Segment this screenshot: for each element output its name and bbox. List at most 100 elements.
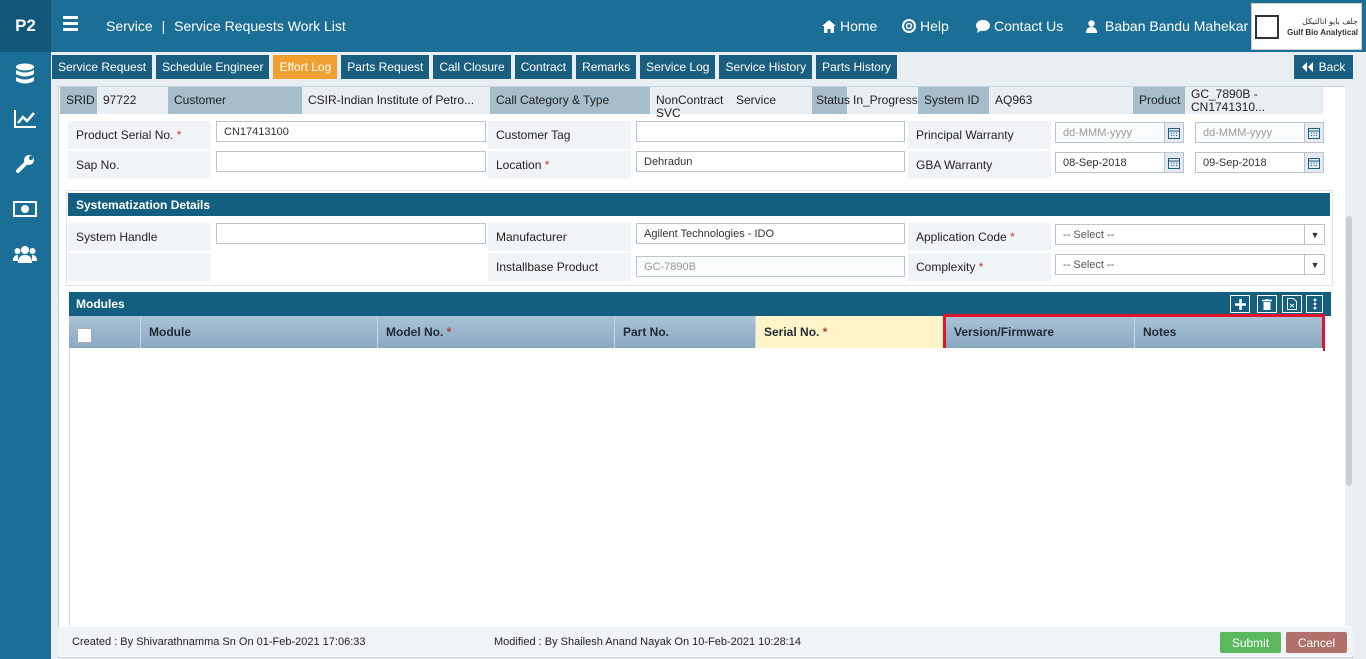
highlight-box: [943, 314, 1325, 351]
col-part-no[interactable]: Part No.: [615, 316, 756, 348]
logo-mark-icon: [1255, 14, 1279, 39]
manufacturer-input[interactable]: Agilent Technologies - IDO: [636, 223, 905, 244]
sidebar: [0, 52, 51, 659]
installbase-label: Installbase Product: [488, 253, 631, 281]
tab-parts-history[interactable]: Parts History: [816, 55, 897, 79]
calendar-icon[interactable]: [1304, 152, 1324, 173]
tab-contract[interactable]: Contract: [514, 55, 573, 79]
complexity-select[interactable]: -- Select -- ▼: [1055, 254, 1325, 275]
dropdown-arrow-icon[interactable]: ▼: [1304, 254, 1325, 275]
add-icon[interactable]: [1230, 295, 1250, 313]
chat-icon: [976, 19, 990, 33]
status-value: In_Progress: [853, 93, 918, 107]
customer-value: CSIR-Indian Institute of Petro...: [308, 93, 475, 107]
col-model-no[interactable]: Model No. *: [378, 316, 615, 348]
product-serial-input[interactable]: CN17413100: [216, 121, 486, 142]
tab-schedule-engineer[interactable]: Schedule Engineer: [156, 55, 270, 79]
srid-label: SRID: [60, 87, 97, 114]
select-all-checkbox[interactable]: [77, 328, 92, 343]
product-value: GC_7890B - CN1741310...: [1191, 86, 1266, 114]
back-button[interactable]: Back: [1294, 55, 1353, 79]
location-input[interactable]: Dehradun: [636, 151, 905, 172]
calendar-icon[interactable]: [1164, 122, 1184, 143]
gba-warranty-label: GBA Warranty: [908, 151, 1051, 179]
tab-service-log[interactable]: Service Log: [640, 55, 716, 79]
database-icon[interactable]: [13, 63, 37, 85]
submit-button[interactable]: Submit: [1220, 632, 1281, 653]
principal-warranty-label: Principal Warranty: [908, 121, 1051, 149]
logo-name: Gulf Bio Analytical: [1287, 27, 1358, 37]
col-module[interactable]: Module: [141, 316, 378, 348]
col-serial-no[interactable]: Serial No. *: [756, 316, 946, 348]
category-label: Call Category & Type: [490, 87, 650, 114]
tab-effort-log[interactable]: Effort Log: [273, 55, 338, 79]
user-menu[interactable]: Baban Bandu Mahekar: [1086, 18, 1248, 34]
tab-remarks[interactable]: Remarks: [576, 55, 637, 79]
systematization-header: Systematization Details: [68, 193, 1330, 216]
money-icon[interactable]: [13, 198, 37, 220]
nav-home-label: Home: [840, 18, 878, 34]
logo-arabic: جلف بايو انالتيكل: [1302, 16, 1358, 26]
top-bar: P2 Service | Service Requests Work List …: [0, 0, 1366, 52]
nav-home[interactable]: Home: [822, 18, 877, 34]
calendar-icon[interactable]: [1304, 122, 1324, 143]
customer-tag-label: Customer Tag: [488, 121, 631, 149]
chart-line-icon[interactable]: [13, 108, 37, 130]
sap-input[interactable]: [216, 151, 486, 172]
modules-header: Modules: [69, 292, 1331, 316]
product-label: Product: [1133, 87, 1185, 114]
modules-grid-body: [69, 348, 1323, 626]
application-code-select[interactable]: -- Select -- ▼: [1055, 224, 1325, 245]
gba-warranty-to[interactable]: 09-Sep-2018: [1195, 152, 1324, 173]
sap-label: Sap No.: [68, 151, 211, 179]
trash-icon[interactable]: [1257, 295, 1277, 313]
users-icon[interactable]: [13, 243, 37, 265]
installbase-input: GC-7890B: [636, 256, 905, 277]
category-value: NonContract SVC: [656, 93, 724, 120]
principal-warranty-to[interactable]: dd-MMM-yyyy: [1195, 122, 1324, 143]
system-id-value: AQ963: [995, 93, 1033, 107]
customer-label: Customer: [168, 87, 302, 114]
more-icon[interactable]: [1306, 295, 1323, 313]
created-info: Created : By Shivarathnamma Sn On 01-Feb…: [72, 636, 366, 648]
vertical-scrollbar[interactable]: [1345, 86, 1353, 626]
cancel-button[interactable]: Cancel: [1286, 632, 1347, 653]
type-value: Service: [736, 93, 777, 107]
double-chevron-left-icon: [1301, 62, 1313, 72]
user-name: Baban Bandu Mahekar: [1105, 18, 1249, 34]
wrench-icon[interactable]: [13, 153, 37, 175]
gba-warranty-from[interactable]: 08-Sep-2018: [1055, 152, 1184, 173]
breadcrumb: Service | Service Requests Work List: [106, 18, 346, 34]
export-icon[interactable]: [1282, 295, 1302, 313]
nav-contact-label: Contact Us: [994, 18, 1064, 34]
status-label: Status: [812, 87, 850, 114]
tab-service-history[interactable]: Service History: [719, 55, 813, 79]
nav-contact[interactable]: Contact Us: [976, 18, 1063, 34]
principal-warranty-from[interactable]: dd-MMM-yyyy: [1055, 122, 1184, 143]
calendar-icon[interactable]: [1164, 152, 1184, 173]
tab-call-closure[interactable]: Call Closure: [433, 55, 511, 79]
breadcrumb-page: Service Requests Work List: [174, 18, 346, 34]
manufacturer-label: Manufacturer: [488, 223, 631, 251]
user-icon: [1086, 19, 1097, 33]
app-root: P2 Service | Service Requests Work List …: [0, 0, 1366, 659]
srid-value: 97722: [103, 93, 137, 107]
tab-service-request[interactable]: Service Request: [52, 55, 153, 79]
back-label: Back: [1318, 60, 1346, 74]
menu-icon[interactable]: [63, 16, 78, 36]
empty-label: [68, 253, 211, 281]
complexity-label: Complexity *: [908, 253, 1051, 281]
system-handle-label: System Handle: [68, 223, 211, 251]
tab-parts-request[interactable]: Parts Request: [341, 55, 430, 79]
breadcrumb-module[interactable]: Service: [106, 18, 153, 34]
customer-tag-input[interactable]: [636, 121, 905, 142]
tab-bar: Service Request Schedule Engineer Effort…: [52, 55, 897, 79]
location-label: Location *: [488, 151, 631, 179]
dropdown-arrow-icon[interactable]: ▼: [1304, 224, 1325, 245]
help-icon: [902, 19, 916, 33]
product-serial-label: Product Serial No. *: [68, 121, 211, 149]
app-logo[interactable]: P2: [0, 0, 51, 52]
system-handle-input[interactable]: [216, 223, 486, 244]
modified-info: Modified : By Shailesh Anand Nayak On 10…: [494, 636, 801, 648]
nav-help[interactable]: Help: [902, 18, 949, 34]
